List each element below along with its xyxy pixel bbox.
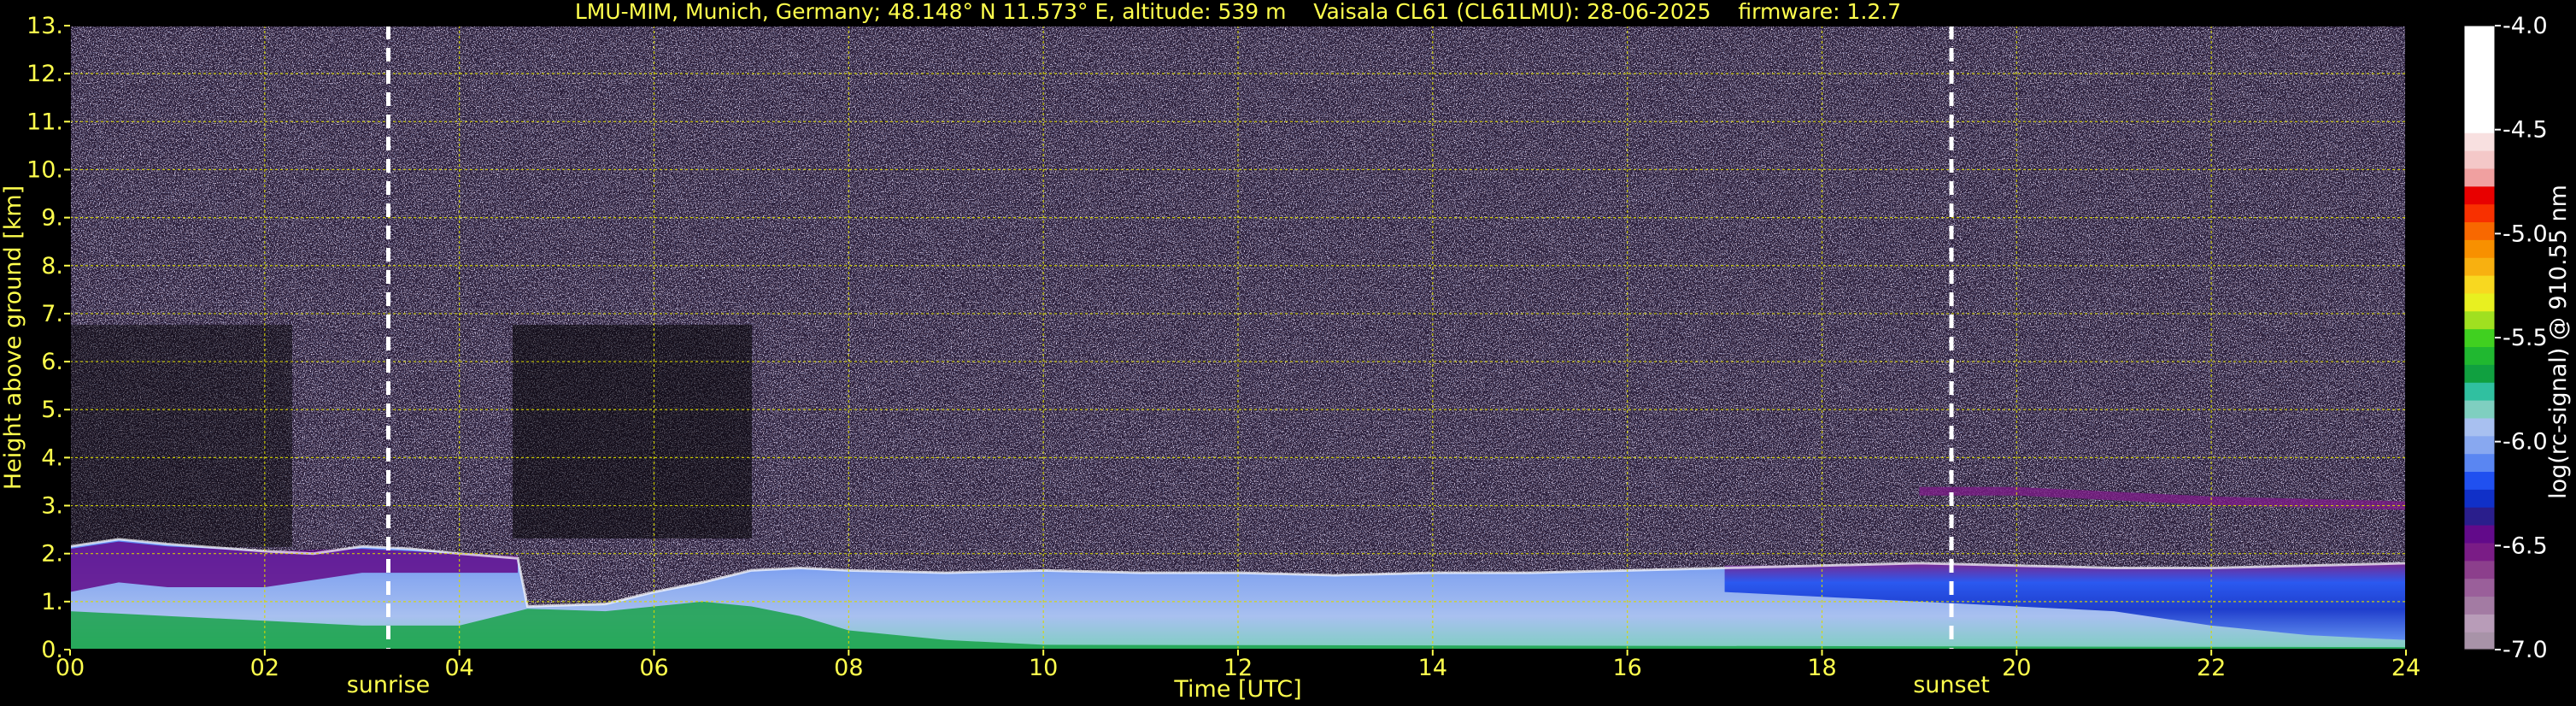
chart-svg: sunrise sunset 00 02 04 06 08 10 12 14 16 18 20 22 24…: [0, 0, 2572, 703]
x-tick-label: 04: [444, 655, 473, 681]
x-tick-label: 18: [1807, 655, 1836, 681]
colorbar-segment: [2464, 292, 2495, 312]
colorbar-segment: [2464, 400, 2495, 419]
colorbar-segment: [2464, 26, 2495, 44]
night-dark-patch-1: [70, 325, 292, 547]
colorbar-segment: [2464, 221, 2495, 240]
x-tick-label: 14: [1418, 655, 1447, 681]
y-tick-label: 2.: [41, 541, 63, 568]
colorbar-segment: [2464, 328, 2495, 348]
colorbar-segment: [2464, 417, 2495, 437]
y-tick-label: 10.: [26, 156, 63, 183]
colorbar-tick-label: -5.5: [2503, 325, 2548, 351]
x-tick-label: 08: [834, 655, 863, 681]
colorbar-tick-label: -5.0: [2503, 221, 2548, 247]
y-tick-label: 12.: [26, 61, 63, 87]
colorbar-segment: [2464, 239, 2495, 258]
colorbar-tick-label: -6.5: [2503, 532, 2548, 559]
colorbar-segment: [2464, 542, 2495, 562]
colorbar-segment: [2464, 97, 2495, 115]
colorbar-segment: [2464, 525, 2495, 544]
x-axis-label: Time [UTC]: [1173, 676, 1301, 703]
colorbar-segment: [2464, 43, 2495, 62]
y-tick-label: 4.: [41, 444, 63, 471]
x-tick-label: 10: [1029, 655, 1058, 681]
colorbar-segment: [2464, 203, 2495, 223]
y-tick-label: 5.: [41, 397, 63, 423]
colorbar-segment: [2464, 471, 2495, 490]
y-tick-label: 3.: [41, 493, 63, 520]
colorbar-segment: [2464, 560, 2495, 580]
colorbar-segment: [2464, 614, 2495, 632]
colorbar-segment: [2464, 168, 2495, 187]
colorbar-segment: [2464, 596, 2495, 615]
y-tick-label: 1.: [41, 589, 63, 615]
colorbar-segment: [2464, 453, 2495, 473]
colorbar-tick-label: -6.0: [2503, 429, 2548, 456]
colorbar-segment: [2464, 79, 2495, 98]
night-dark-patch-2: [513, 325, 752, 538]
y-axis-label: Height above ground [km]: [0, 185, 26, 490]
y-tick-label: 7.: [41, 301, 63, 327]
colorbar-tick-label: -4.5: [2503, 117, 2548, 144]
x-tick-label: 06: [639, 655, 668, 681]
y-tick-label: 6.: [41, 349, 63, 375]
event-label-sunrise: sunrise: [347, 672, 431, 698]
colorbar-segment: [2464, 310, 2495, 330]
colorbar: -4.0 -4.5 -5.0 -5.5 -6.0 -6.5 -7.0: [2463, 13, 2548, 663]
colorbar-segment: [2464, 382, 2495, 401]
colorbar-segment: [2464, 257, 2495, 276]
colorbar-segment: [2464, 132, 2495, 151]
y-tick-label: 11.: [26, 109, 63, 135]
colorbar-segment: [2464, 61, 2495, 80]
colorbar-segment: [2464, 489, 2495, 508]
y-tick-label: 9.: [41, 205, 63, 232]
colorbar-label: log(rc-signal) @ 910.55 nm: [2545, 185, 2572, 499]
chart-title: LMU-MIM, Munich, Germany; 48.148° N 11.5…: [575, 0, 1901, 24]
y-tick-label: 0.: [41, 637, 63, 663]
colorbar-segment: [2464, 346, 2495, 365]
colorbar-segment: [2464, 435, 2495, 455]
y-axis: 0. 1. 2. 3. 4. 5. 6. 7. 8. 9. 10. 11. 12. 13.: [26, 13, 70, 663]
event-label-sunset: sunset: [1913, 672, 1990, 698]
x-tick-label: 02: [250, 655, 279, 681]
x-tick-label: 20: [2002, 655, 2031, 681]
y-tick-label: 8.: [41, 253, 63, 279]
colorbar-segment: [2464, 275, 2495, 294]
colorbar-segment: [2464, 578, 2495, 597]
colorbar-segment: [2464, 364, 2495, 383]
colorbar-segment: [2464, 150, 2495, 169]
colorbar-tick-label: -7.0: [2503, 637, 2548, 663]
y-tick-label: 13.: [26, 13, 63, 39]
x-tick-label: 24: [2391, 655, 2421, 681]
x-tick-label: 22: [2197, 655, 2226, 681]
colorbar-segment: [2464, 507, 2495, 526]
colorbar-segment: [2464, 185, 2495, 205]
colorbar-segment: [2464, 115, 2495, 133]
x-tick-label: 16: [1612, 655, 1641, 681]
colorbar-tick-label: -4.0: [2503, 13, 2548, 39]
colorbar-segment: [2464, 632, 2495, 650]
